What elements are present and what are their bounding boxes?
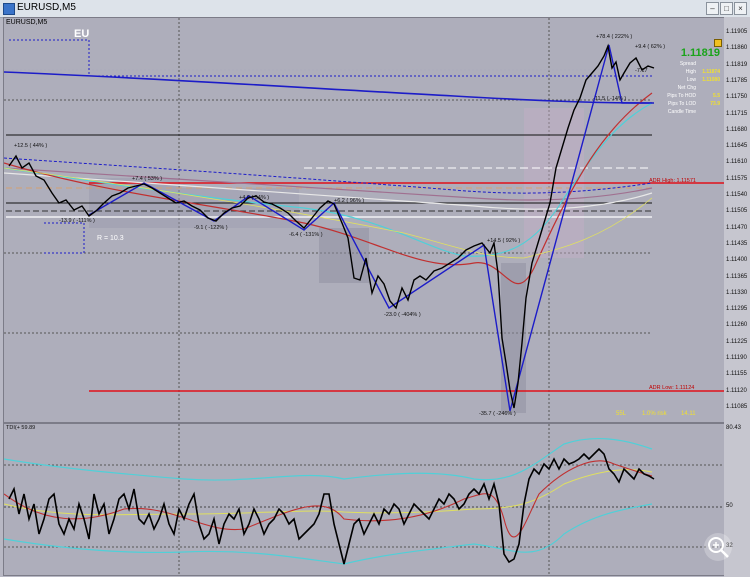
price-tick: 1.11645: [726, 143, 748, 150]
zoom-icon[interactable]: [704, 533, 732, 561]
swing-label: +14.5 ( 92% ): [487, 238, 521, 244]
swing-label: +4.9 ( 54% ): [239, 195, 270, 201]
swing-label: -11.5 ( -14% ): [593, 96, 627, 102]
risk-label: 1.0% risk: [642, 411, 667, 417]
close-button[interactable]: ×: [734, 2, 747, 15]
info-value: 5.5: [713, 93, 720, 99]
swing-label: -35.7 ( -246% ): [479, 411, 516, 417]
price-chart-canvas[interactable]: [4, 18, 724, 422]
price-tick: 1.11750: [726, 94, 748, 101]
indicator-tick: 80.43: [726, 425, 742, 431]
swing-label: -6.4 ( -131% ): [289, 232, 323, 238]
blue-dot-step: [9, 39, 94, 77]
price-tick: 1.11155: [726, 371, 747, 378]
price-tick: 1.11680: [726, 126, 748, 133]
info-label: Low: [686, 77, 696, 83]
price-tick: 1.11505: [726, 208, 748, 215]
price-tick: 1.11575: [726, 175, 748, 182]
price-tick: 1.11330: [726, 289, 748, 296]
chart-symbol-label: EURUSD,M5: [6, 19, 48, 26]
adr-high-label: ADR High: 1.11571: [649, 178, 696, 184]
price-tick: 1.11785: [726, 77, 748, 84]
swing-label: +7.4 ( 53% ): [132, 176, 163, 182]
info-label: Pips To LOD: [668, 101, 696, 107]
volatility-band-lower: [4, 503, 653, 565]
terminal-window: EURUSD,M5 – □ × EURUSD,M5 EU R = 10.3 AD…: [0, 0, 750, 577]
info-value: 73.9: [710, 101, 720, 107]
price-tick: 1.11905: [726, 29, 748, 35]
price-tick: 1.11365: [726, 273, 748, 280]
price-tick: 1.11819: [726, 61, 748, 68]
price-tick: 1.11400: [726, 257, 748, 264]
long-ma-blue: [4, 71, 653, 104]
info-label: Net Chg: [677, 85, 696, 91]
tdi-indicator-panel[interactable]: TDI(+ 59.89: [3, 423, 725, 576]
info-toggle-icon[interactable]: [714, 39, 722, 47]
swing-label: +12.5 ( 44% ): [14, 143, 48, 149]
price-axis[interactable]: 1.11905 1.11860 1.11819 1.11785 1.11750 1.117…: [724, 17, 750, 423]
info-value: 1.11080: [702, 77, 720, 83]
adr-low-label: ADR Low: 1.11124: [649, 385, 695, 391]
stop-loss-label: 55L: [616, 411, 627, 417]
info-label: Pips To HOD: [667, 93, 696, 99]
swing-label: +6.2 ( 96% ): [334, 198, 365, 204]
price-tick: 1.11470: [726, 224, 748, 231]
info-label: High: [685, 69, 696, 75]
maximize-button[interactable]: □: [720, 2, 733, 15]
price-tick: 1.11295: [726, 306, 748, 313]
info-label: Candle Time: [667, 109, 696, 115]
blue-dot-step: [44, 222, 85, 254]
price-tick: 1.11260: [726, 322, 748, 329]
price-chart[interactable]: EURUSD,M5 EU R = 10.3 ADR High: 1.11571 …: [3, 17, 725, 423]
price-tick: 1.11190: [726, 355, 747, 361]
signal-line: [4, 460, 653, 538]
indicator-label: TDI(+ 59.89: [6, 425, 36, 431]
pair-tag: EU: [74, 28, 90, 40]
zoom-icon-glyph: [708, 537, 729, 558]
price-tick: 1.11435: [726, 240, 748, 247]
minimize-button[interactable]: –: [706, 2, 719, 15]
price-tick: 1.11540: [726, 192, 748, 198]
r-ratio-label: R = 10.3: [97, 235, 124, 242]
chart-icon: [3, 3, 15, 15]
price-tick: 1.11085: [726, 403, 748, 410]
lot-size-label: 14.11: [681, 411, 696, 417]
window-title: EURUSD,M5: [17, 2, 76, 13]
current-price: 1.11819: [680, 47, 720, 59]
info-label: Spread: [679, 61, 696, 67]
price-tick: 1.11120: [726, 387, 747, 394]
price-tick: 1.11860: [726, 45, 748, 52]
price-tick: 1.11225: [726, 338, 748, 345]
info-value: 1.11874: [702, 69, 720, 75]
swing-label: -9.1 ( -122% ): [194, 225, 228, 231]
chart-titlebar[interactable]: EURUSD,M5 – □ ×: [0, 0, 750, 18]
indicator-tick: 50: [726, 503, 733, 509]
price-tick: 1.11610: [726, 159, 748, 166]
swing-label: -23.0 ( -404% ): [384, 312, 421, 318]
tdi-canvas[interactable]: [4, 424, 724, 575]
swing-label: +78.4 ( 222% ): [596, 34, 633, 40]
swing-label: -13.9 ( -111% ): [59, 218, 95, 224]
info-panel: 1.11819 Spread High 1.11874 Low 1.11080 …: [644, 33, 724, 133]
price-tick: 1.11715: [726, 110, 748, 117]
